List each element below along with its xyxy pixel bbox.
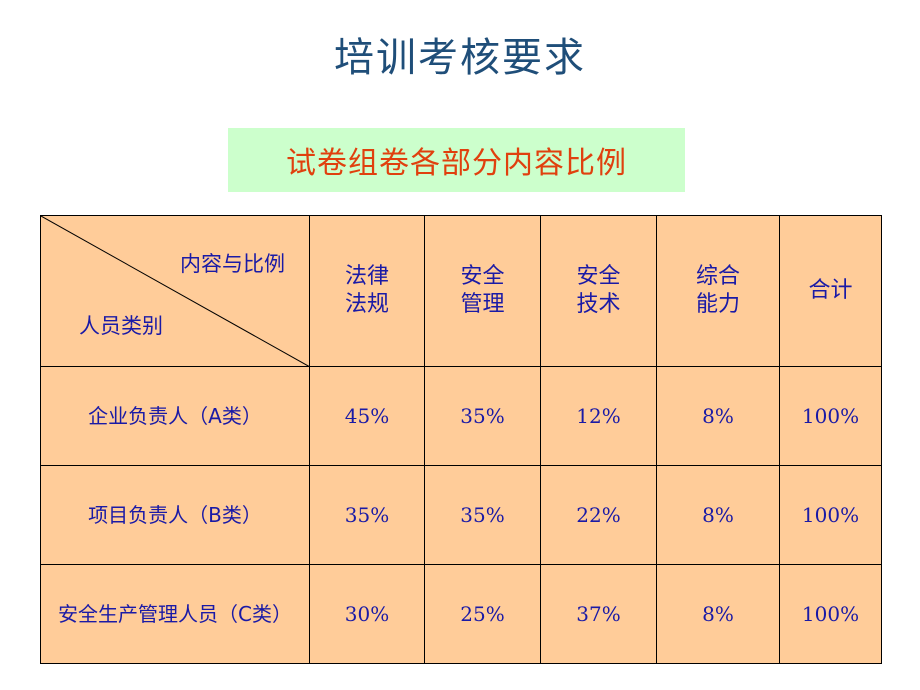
column-header-line: 技术 <box>576 292 621 317</box>
page-title: 培训考核要求 <box>334 35 586 81</box>
cell-value: 100% <box>779 465 882 565</box>
cell-value: 30% <box>309 564 425 664</box>
table-row: 安全生产管理人员（C类） 30% 25% 37% 8% 100% <box>40 564 882 664</box>
cell-value: 12% <box>540 366 657 466</box>
corner-header-cell: 内容与比例 人员类别 <box>40 215 310 367</box>
cell-value: 37% <box>540 564 657 664</box>
corner-bottom-label: 人员类别 <box>79 314 163 338</box>
cell-value: 22% <box>540 465 657 565</box>
column-header-line: 合计 <box>808 278 853 303</box>
column-header-line: 能力 <box>695 292 740 317</box>
cell-value: 35% <box>309 465 425 565</box>
column-header-line: 安全 <box>460 264 505 289</box>
row-label: 企业负责人（A类） <box>40 366 310 466</box>
row-label: 项目负责人（B类） <box>40 465 310 565</box>
subtitle-banner: 试卷组卷各部分内容比例 <box>228 128 685 192</box>
cell-value: 100% <box>779 366 882 466</box>
cell-value: 8% <box>656 564 780 664</box>
table-row: 项目负责人（B类） 35% 35% 22% 8% 100% <box>40 465 882 565</box>
corner-top-label: 内容与比例 <box>180 252 285 276</box>
column-header-safety-management: 安全 管理 <box>424 215 541 367</box>
cell-value: 35% <box>424 465 541 565</box>
column-header-line: 法规 <box>344 292 389 317</box>
cell-value: 100% <box>779 564 882 664</box>
column-header-line: 综合 <box>695 264 740 289</box>
column-header-comprehensive-ability: 综合 能力 <box>656 215 780 367</box>
cell-value: 45% <box>309 366 425 466</box>
subtitle: 试卷组卷各部分内容比例 <box>286 146 627 181</box>
diagonal-divider <box>41 216 310 367</box>
table-row: 企业负责人（A类） 45% 35% 12% 8% 100% <box>40 366 882 466</box>
header-row: 内容与比例 人员类别 法律 法规 安全 管理 安全 技术 综合 能力 合计 <box>40 215 882 367</box>
column-header-line: 安全 <box>576 264 621 289</box>
cell-value: 8% <box>656 366 780 466</box>
column-header-line: 管理 <box>460 292 505 317</box>
cell-value: 8% <box>656 465 780 565</box>
cell-value: 25% <box>424 564 541 664</box>
row-label: 安全生产管理人员（C类） <box>40 564 310 664</box>
column-header-line: 法律 <box>344 264 389 289</box>
cell-value: 35% <box>424 366 541 466</box>
exam-ratio-table: 内容与比例 人员类别 法律 法规 安全 管理 安全 技术 综合 能力 合计 企业… <box>40 215 882 664</box>
column-header-law: 法律 法规 <box>309 215 425 367</box>
column-header-total: 合计 <box>779 215 882 367</box>
column-header-safety-technology: 安全 技术 <box>540 215 657 367</box>
